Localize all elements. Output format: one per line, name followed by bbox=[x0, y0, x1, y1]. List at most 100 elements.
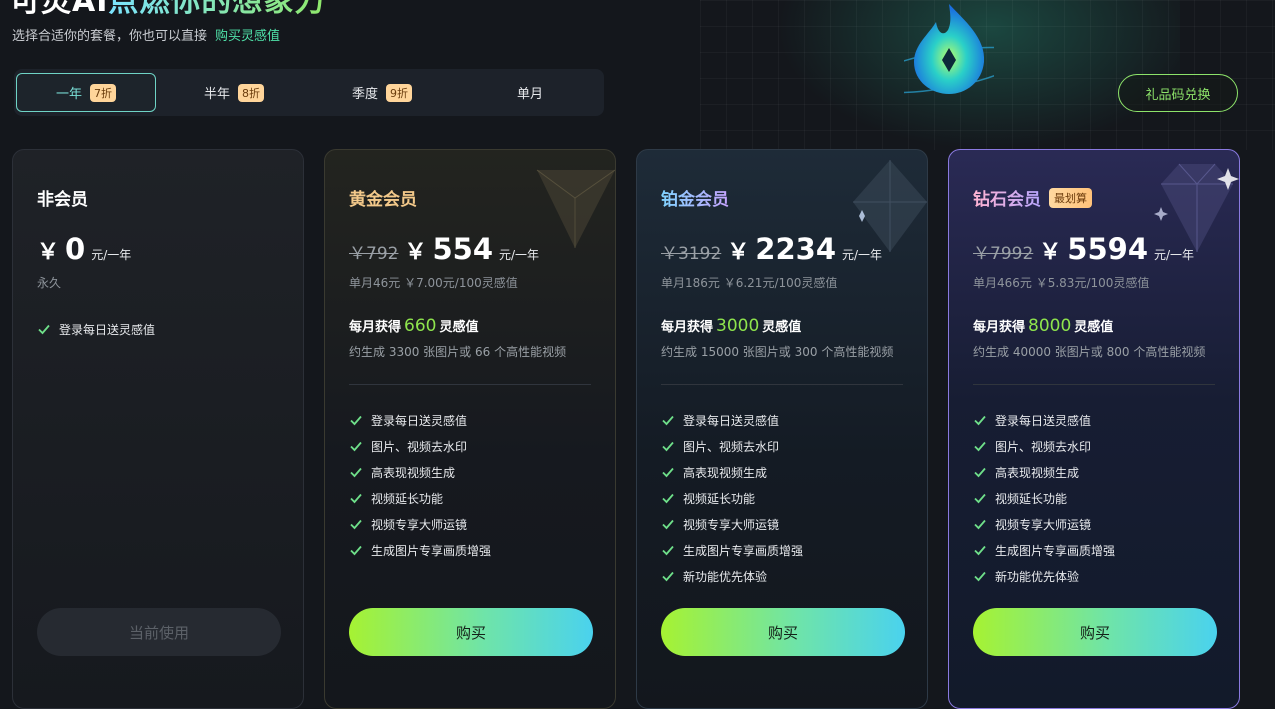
feature-text: 高表现视频生成 bbox=[995, 465, 1080, 480]
buy-credits-link[interactable]: 购买灵感值 bbox=[215, 29, 280, 44]
feature-item: 高表现视频生成 bbox=[661, 459, 803, 485]
buy-gold-button[interactable]: 购买 bbox=[349, 608, 593, 656]
check-icon bbox=[974, 467, 986, 478]
buy-diamond-button[interactable]: 购买 bbox=[973, 608, 1217, 656]
feature-item: 视频延长功能 bbox=[349, 485, 491, 511]
currency-symbol: ￥ bbox=[1039, 240, 1062, 265]
feature-text: 登录每日送灵感值 bbox=[683, 413, 780, 428]
feature-text: 视频专享大师运镜 bbox=[683, 517, 780, 532]
monthly-credits-prefix: 每月获得 bbox=[973, 320, 1026, 335]
tab-label: 半年 bbox=[203, 87, 230, 102]
feature-text: 视频延长功能 bbox=[371, 491, 444, 506]
feature-item: 图片、视频去水印 bbox=[973, 433, 1115, 459]
original-price: ￥792 bbox=[349, 244, 399, 264]
feature-item: 生成图片专享画质增强 bbox=[973, 537, 1115, 563]
price-detail: 单月186元 ￥6.21元/100灵感值 bbox=[661, 276, 838, 290]
feature-text: 生成图片专享画质增强 bbox=[371, 543, 492, 558]
monthly-credits-value: 3000 bbox=[716, 316, 760, 336]
check-icon bbox=[662, 415, 674, 426]
divider bbox=[661, 384, 903, 385]
check-icon bbox=[974, 545, 986, 556]
page-subtitle: 选择合适你的套餐，你也可以直接 购买灵感值 bbox=[12, 25, 280, 44]
feature-item: 图片、视频去水印 bbox=[661, 433, 803, 459]
discount-badge: 9折 bbox=[386, 83, 412, 102]
feature-item: 新功能优先体验 bbox=[973, 563, 1115, 589]
check-icon bbox=[350, 519, 362, 530]
tab-label: 一年 bbox=[55, 87, 82, 102]
monthly-credits-detail: 约生成 40000 张图片或 800 个高性能视频 bbox=[973, 345, 1206, 359]
price-value: 2234 bbox=[755, 232, 836, 266]
price-row: ￥ 0 元/一年 bbox=[37, 232, 131, 266]
tab-quarter[interactable]: 季度 9折 bbox=[312, 73, 452, 112]
buy-platinum-button[interactable]: 购买 bbox=[661, 608, 905, 656]
feature-item: 登录每日送灵感值 bbox=[973, 407, 1115, 433]
page-subtitle-text: 选择合适你的套餐，你也可以直接 bbox=[12, 29, 208, 44]
feature-list: 登录每日送灵感值 图片、视频去水印 高表现视频生成 视频延长功能 视频专享大师运… bbox=[661, 407, 803, 589]
plan-title: 非会员 bbox=[37, 185, 88, 210]
page-title-plain: 可灵AI bbox=[10, 0, 109, 19]
price-detail: 永久 bbox=[37, 276, 62, 290]
check-icon bbox=[350, 441, 362, 452]
tab-half-year[interactable]: 半年 8折 bbox=[164, 73, 304, 112]
feature-item: 登录每日送灵感值 bbox=[661, 407, 803, 433]
price-value: 0 bbox=[65, 232, 86, 266]
plan-card-free: 非会员 ￥ 0 元/一年 永久 登录每日送灵感值 当前使用 bbox=[12, 149, 304, 709]
price-value: 554 bbox=[432, 232, 494, 266]
feature-text: 新功能优先体验 bbox=[683, 569, 768, 584]
plan-title-text: 铂金会员 bbox=[661, 185, 729, 210]
check-icon bbox=[662, 545, 674, 556]
feature-text: 图片、视频去水印 bbox=[683, 439, 780, 454]
feature-item: 视频延长功能 bbox=[661, 485, 803, 511]
feature-item: 视频专享大师运镜 bbox=[973, 511, 1115, 537]
tab-label: 季度 bbox=[351, 87, 378, 102]
feature-text: 图片、视频去水印 bbox=[995, 439, 1092, 454]
check-icon bbox=[350, 545, 362, 556]
check-icon bbox=[662, 519, 674, 530]
feature-text: 生成图片专享画质增强 bbox=[995, 543, 1116, 558]
monthly-credits: 每月获得 3000 灵感值 bbox=[661, 316, 801, 336]
page-title-highlight: 点燃你的想象力 bbox=[108, 0, 325, 19]
currency-symbol: ￥ bbox=[404, 240, 427, 265]
discount-badge: 7折 bbox=[90, 83, 116, 102]
currency-symbol: ￥ bbox=[727, 240, 750, 265]
check-icon bbox=[350, 493, 362, 504]
plan-title-text: 钻石会员 bbox=[973, 185, 1041, 210]
feature-list: 登录每日送灵感值 图片、视频去水印 高表现视频生成 视频延长功能 视频专享大师运… bbox=[973, 407, 1115, 589]
original-price: ￥3192 bbox=[661, 244, 722, 264]
feature-text: 视频延长功能 bbox=[995, 491, 1068, 506]
feature-item: 生成图片专享画质增强 bbox=[349, 537, 491, 563]
current-plan-button: 当前使用 bbox=[37, 608, 281, 656]
price-unit: 元/一年 bbox=[1154, 248, 1195, 262]
plan-title-text: 黄金会员 bbox=[349, 190, 417, 210]
check-icon bbox=[974, 415, 986, 426]
tab-one-month[interactable]: 单月 bbox=[460, 73, 600, 112]
page-title: 可灵AI点燃你的想象力 bbox=[10, 0, 325, 20]
tab-label: 单月 bbox=[516, 87, 543, 102]
monthly-credits-suffix: 灵感值 bbox=[762, 320, 802, 335]
monthly-credits-suffix: 灵感值 bbox=[439, 320, 479, 335]
gift-code-redeem-button[interactable]: 礼品码兑换 bbox=[1118, 74, 1238, 112]
feature-text: 登录每日送灵感值 bbox=[371, 413, 468, 428]
price-unit: 元/一年 bbox=[499, 248, 540, 262]
tab-one-year[interactable]: 一年 7折 bbox=[16, 73, 156, 112]
price-detail: 单月466元 ￥5.83元/100灵感值 bbox=[973, 276, 1150, 290]
check-icon bbox=[974, 571, 986, 582]
monthly-credits: 每月获得 8000 灵感值 bbox=[973, 316, 1113, 336]
plan-card-diamond: 钻石会员 最划算 ￥7992 ￥ 5594 元/一年 单月466元 ￥5.83元/… bbox=[948, 149, 1240, 709]
feature-item: 登录每日送灵感值 bbox=[349, 407, 491, 433]
monthly-credits-prefix: 每月获得 bbox=[661, 320, 714, 335]
feature-list: 登录每日送灵感值 图片、视频去水印 高表现视频生成 视频延长功能 视频专享大师运… bbox=[349, 407, 491, 563]
feature-text: 视频延长功能 bbox=[683, 491, 756, 506]
feature-text: 视频专享大师运镜 bbox=[995, 517, 1092, 532]
check-icon bbox=[662, 571, 674, 582]
monthly-credits-suffix: 灵感值 bbox=[1074, 320, 1114, 335]
check-icon bbox=[38, 324, 50, 335]
monthly-credits: 每月获得 660 灵感值 bbox=[349, 316, 478, 336]
feature-item: 高表现视频生成 bbox=[973, 459, 1115, 485]
original-price: ￥7992 bbox=[973, 244, 1034, 264]
feature-list: 登录每日送灵感值 bbox=[37, 316, 155, 342]
feature-text: 生成图片专享画质增强 bbox=[683, 543, 804, 558]
feature-text: 登录每日送灵感值 bbox=[59, 322, 156, 337]
billing-period-tabs: 一年 7折 半年 8折 季度 9折 单月 bbox=[14, 69, 604, 116]
discount-badge: 8折 bbox=[238, 83, 264, 102]
